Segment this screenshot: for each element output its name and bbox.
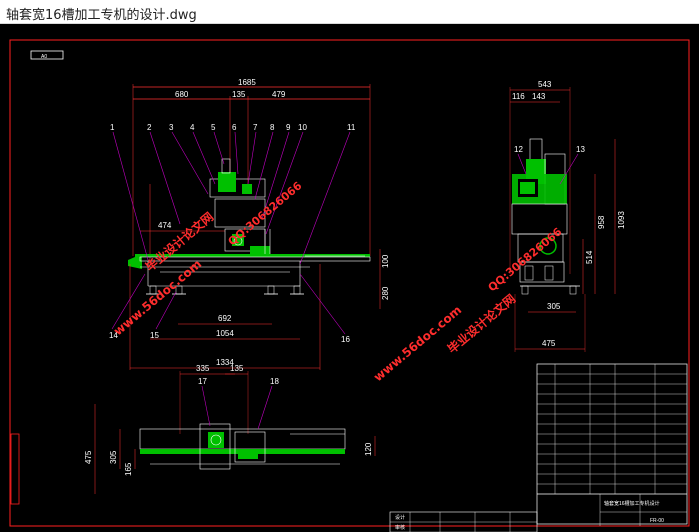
callout-8: 8 — [270, 123, 275, 132]
callout-17: 17 — [198, 377, 207, 386]
dim-100: 100 — [381, 254, 390, 268]
window-title: 轴套宽16槽加工专机的设计.dwg — [6, 8, 197, 23]
dim-305-top: 305 — [109, 450, 118, 464]
callout-5: 5 — [211, 123, 216, 132]
callout-10: 10 — [298, 123, 307, 132]
dim-280: 280 — [381, 286, 390, 300]
callout-9: 9 — [286, 123, 291, 132]
top-view: 335 135 475 305 165 120 17 18 — [84, 364, 376, 494]
callout-6: 6 — [232, 123, 237, 132]
drawing-number: FR-00 — [650, 518, 664, 524]
signer-review: 审核 — [395, 524, 405, 531]
dim-958: 958 — [597, 215, 606, 229]
callout-16: 16 — [341, 335, 350, 344]
callout-3: 3 — [169, 123, 174, 132]
dim-1685: 1685 — [238, 78, 256, 87]
window-title-bar: 轴套宽16槽加工专机的设计.dwg — [0, 0, 699, 24]
drawing-canvas[interactable]: A0 1685 680 135 479 474 100 280 692 1054… — [0, 24, 699, 532]
signer-design: 设计 — [395, 514, 405, 521]
drawing-name-label: 轴套宽16槽加工专机设计 — [604, 500, 660, 507]
dim-135-top: 135 — [230, 364, 244, 373]
watermark-brand-2: 毕业设计论文网 — [444, 291, 518, 356]
callout-11: 11 — [347, 123, 356, 132]
dim-479: 479 — [272, 90, 286, 99]
dim-680: 680 — [175, 90, 189, 99]
callout-13: 13 — [576, 145, 585, 154]
dim-692: 692 — [218, 314, 232, 323]
dim-116: 116 — [512, 92, 525, 101]
dim-1093: 1093 — [617, 211, 626, 229]
dim-514: 514 — [585, 250, 594, 264]
watermarks: www.56doc.com 毕业设计论文网 QQ:306826066 www.5… — [111, 179, 565, 384]
side-view: 543 116 143 958 1093 514 305 475 12 13 — [509, 80, 626, 352]
dim-1054: 1054 — [216, 329, 234, 338]
format-label: A0 — [41, 54, 47, 60]
callout-12: 12 — [514, 145, 523, 154]
dim-474: 474 — [158, 221, 172, 230]
callout-7: 7 — [253, 123, 258, 132]
side-strip — [10, 433, 20, 505]
cad-drawing: A0 1685 680 135 479 474 100 280 692 1054… — [9, 39, 690, 532]
dim-475-top: 475 — [84, 450, 93, 464]
dim-165: 165 — [124, 462, 133, 476]
callout-15: 15 — [150, 331, 159, 340]
callout-4: 4 — [190, 123, 195, 132]
watermark-qq-2: QQ:306826066 — [486, 225, 565, 294]
callout-1: 1 — [110, 123, 115, 132]
dim-543: 543 — [538, 80, 552, 89]
dim-135: 135 — [232, 90, 246, 99]
dim-143: 143 — [532, 92, 546, 101]
dim-120: 120 — [364, 442, 373, 456]
dim-475-side: 475 — [542, 339, 556, 348]
callout-18: 18 — [270, 377, 279, 386]
dim-335: 335 — [196, 364, 210, 373]
callout-2: 2 — [147, 123, 152, 132]
dim-305: 305 — [547, 302, 561, 311]
title-block: 轴套宽16槽加工专机设计 FR-00 设计 审核 工艺 — [389, 363, 688, 532]
watermark-brand-1: 毕业设计论文网 — [142, 209, 216, 274]
